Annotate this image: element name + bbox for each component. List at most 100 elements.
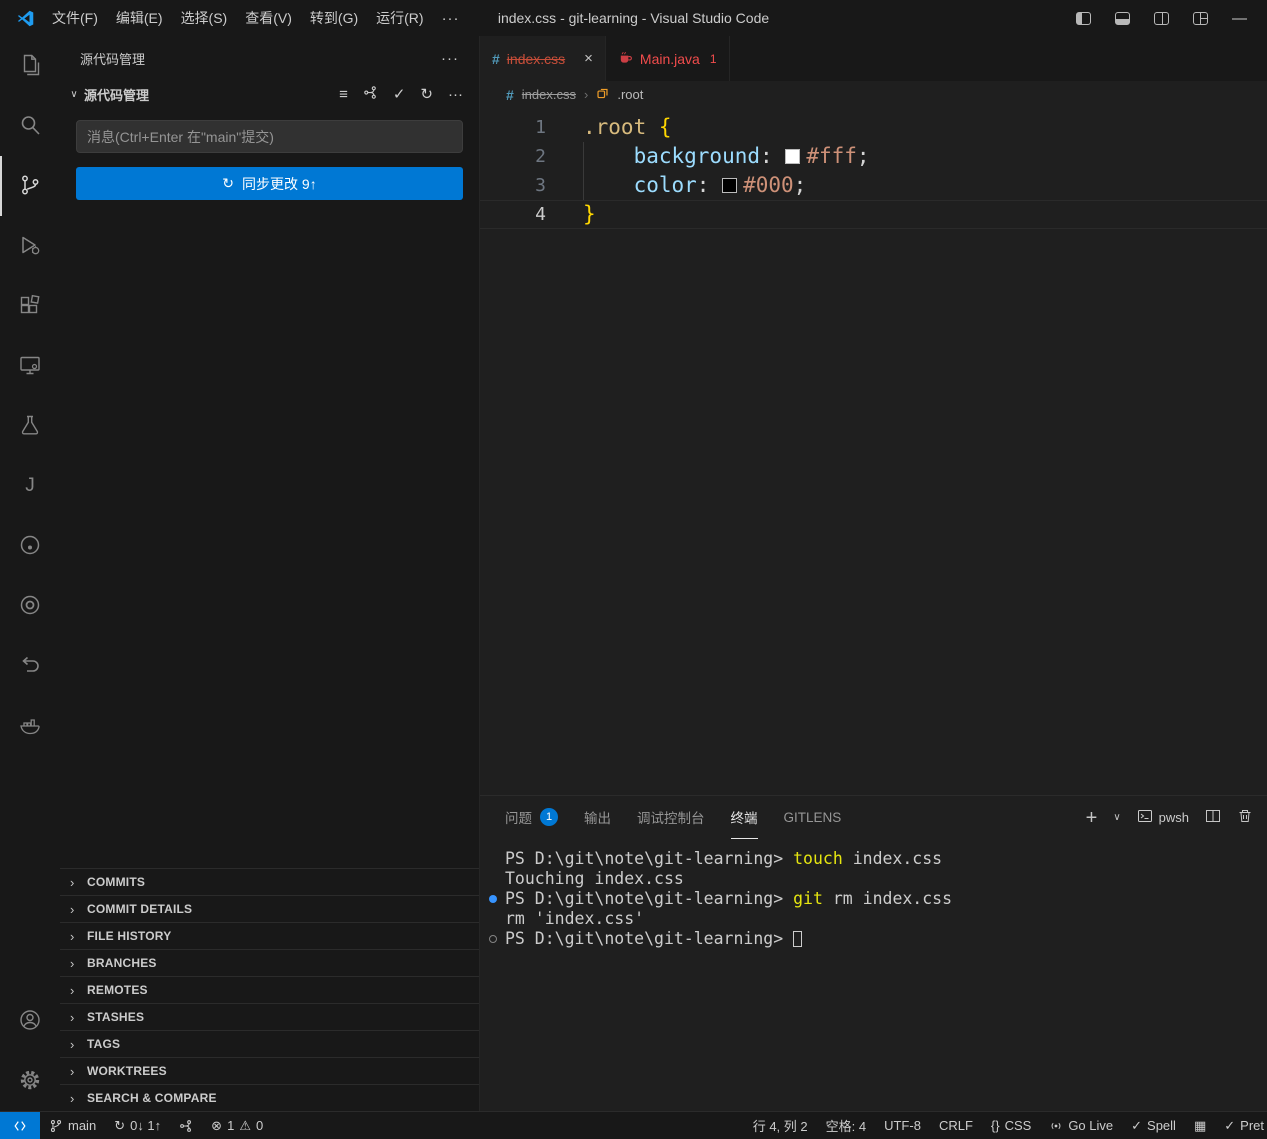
source-control-sidebar: 源代码管理 ··· ∨ 源代码管理 ≡ ✓ ↻ ··· ↻ 同步更改 9↑ ›C… <box>60 36 480 1111</box>
code-line[interactable]: 3 color: #000; <box>480 171 1267 200</box>
activity-source-control[interactable] <box>0 156 60 216</box>
color-swatch[interactable] <box>785 149 800 164</box>
menu-item-5[interactable]: 运行(R) <box>367 3 432 33</box>
panel-tab-2[interactable]: 调试控制台 <box>637 796 705 839</box>
more-actions-icon[interactable]: ··· <box>441 50 459 67</box>
sidebar-section-2[interactable]: ›FILE HISTORY <box>60 922 479 949</box>
kill-terminal-icon[interactable] <box>1237 808 1253 827</box>
activity-search[interactable] <box>0 96 60 156</box>
status-label: CSS <box>1005 1118 1032 1133</box>
customize-layout-icon[interactable] <box>1193 12 1208 25</box>
sidebar-section-0[interactable]: ›COMMITS <box>60 868 479 895</box>
section-label: BRANCHES <box>87 956 157 970</box>
cursor-position[interactable]: 行 4, 列 2 <box>744 1112 817 1139</box>
language-mode[interactable]: {}CSS <box>982 1112 1040 1139</box>
refresh-icon[interactable]: ↻ <box>420 85 433 103</box>
close-icon[interactable]: × <box>584 50 593 67</box>
activity-testing[interactable] <box>0 396 60 456</box>
menu-item-2[interactable]: 选择(S) <box>172 3 237 33</box>
activity-remote-explorer[interactable] <box>0 336 60 396</box>
split-terminal-icon[interactable] <box>1205 808 1221 827</box>
activity-extensions[interactable] <box>0 276 60 336</box>
activity-extension-j[interactable]: J <box>0 456 60 516</box>
sync-changes-button[interactable]: ↻ 同步更改 9↑ <box>76 167 463 200</box>
terminal-profile[interactable]: pwsh <box>1137 808 1189 827</box>
activity-gitlens[interactable] <box>0 636 60 696</box>
activity-extension-circle[interactable] <box>0 516 60 576</box>
toggle-sidebar-icon[interactable] <box>1076 12 1091 25</box>
source-control-section-header[interactable]: ∨ 源代码管理 ≡ ✓ ↻ ··· <box>60 80 479 108</box>
menu-bar: 文件(F)编辑(E)选择(S)查看(V)转到(G)运行(R)··· <box>43 3 469 33</box>
sync-status[interactable]: ↻0↓ 1↑ <box>105 1112 170 1139</box>
commit-message-input[interactable] <box>76 120 463 153</box>
source-control-graph[interactable] <box>170 1112 202 1139</box>
line-number: 4 <box>480 200 546 229</box>
sidebar-section-5[interactable]: ›STASHES <box>60 1003 479 1030</box>
breadcrumb[interactable]: # index.css › .root <box>480 81 1267 108</box>
sidebar-section-3[interactable]: ›BRANCHES <box>60 949 479 976</box>
menu-item-4[interactable]: 转到(G) <box>301 3 367 33</box>
code-editor[interactable]: 1.root {2 background: #fff;3 color: #000… <box>480 108 1267 795</box>
menu-item-1[interactable]: 编辑(E) <box>107 3 172 33</box>
view-as-list-icon[interactable]: ≡ <box>339 86 348 103</box>
panel-tab-label: 输出 <box>584 807 611 827</box>
code-line[interactable]: 2 background: #fff; <box>480 142 1267 171</box>
branch-status[interactable]: main <box>40 1112 105 1139</box>
status-label: 行 4, 列 2 <box>753 1116 808 1135</box>
go-live[interactable]: Go Live <box>1040 1112 1122 1139</box>
color-swatch[interactable] <box>722 178 737 193</box>
terminal-dropdown-icon[interactable]: ∨ <box>1113 812 1120 823</box>
indentation[interactable]: 空格: 4 <box>817 1112 875 1139</box>
activity-explorer[interactable] <box>0 36 60 96</box>
command-decoration[interactable] <box>489 935 497 943</box>
status-label: 0 <box>256 1118 263 1133</box>
panel-tab-3[interactable]: 终端 <box>731 796 758 839</box>
token: #fff <box>806 144 857 168</box>
remote-indicator[interactable] <box>0 1112 40 1139</box>
command-decoration[interactable] <box>489 895 497 903</box>
menu-more[interactable]: ··· <box>433 5 469 32</box>
menu-item-0[interactable]: 文件(F) <box>43 3 107 33</box>
problems-status[interactable]: ⊗1⚠0 <box>202 1112 272 1139</box>
menu-item-3[interactable]: 查看(V) <box>236 3 301 33</box>
activity-run-debug[interactable] <box>0 216 60 276</box>
eol[interactable]: CRLF <box>930 1112 982 1139</box>
activity-docker[interactable] <box>0 696 60 756</box>
panel-tab-1[interactable]: 输出 <box>584 796 611 839</box>
code-line[interactable]: 1.root { <box>480 113 1267 142</box>
activity-live-server[interactable] <box>0 576 60 636</box>
files-icon <box>18 53 42 80</box>
sidebar-section-8[interactable]: ›SEARCH & COMPARE <box>60 1084 479 1111</box>
breadcrumb-file[interactable]: index.css <box>522 87 576 102</box>
sidebar-section-4[interactable]: ›REMOTES <box>60 976 479 1003</box>
toggle-panel-icon[interactable] <box>1115 12 1130 25</box>
minimize-button[interactable]: — <box>1232 11 1247 26</box>
breadcrumb-symbol[interactable]: .root <box>617 87 643 102</box>
prettier[interactable]: ✓Pret <box>1215 1112 1267 1139</box>
encoding[interactable]: UTF-8 <box>875 1112 930 1139</box>
section-more-icon[interactable]: ··· <box>448 86 463 103</box>
token: { <box>659 115 672 139</box>
new-terminal-icon[interactable]: + <box>1086 808 1098 828</box>
panel-tab-0[interactable]: 问题1 <box>505 796 558 839</box>
extension-grid[interactable]: ▦ <box>1185 1112 1215 1139</box>
sidebar-section-6[interactable]: ›TAGS <box>60 1030 479 1057</box>
css-file-icon: # <box>506 87 514 103</box>
sidebar-section-7[interactable]: ›WORKTREES <box>60 1057 479 1084</box>
code-line[interactable]: 4} <box>480 200 1267 229</box>
terminal[interactable]: PS D:\git\note\git-learning> touch index… <box>480 839 1267 1111</box>
commit-graph-icon[interactable] <box>363 85 378 104</box>
commit-check-icon[interactable]: ✓ <box>393 85 406 103</box>
panel-tab-4[interactable]: GITLENS <box>784 796 842 839</box>
status-label: 0↓ 1↑ <box>130 1118 161 1133</box>
chevron-right-icon: › <box>70 1037 80 1052</box>
tab-main-java[interactable]: Main.java 1 <box>606 36 730 81</box>
activity-settings[interactable] <box>0 1051 60 1111</box>
docker-icon <box>18 713 42 740</box>
toggle-secondary-sidebar-icon[interactable] <box>1154 12 1169 25</box>
spell-checker[interactable]: ✓Spell <box>1122 1112 1185 1139</box>
tab-label: index.css <box>507 51 565 67</box>
activity-accounts[interactable] <box>0 991 60 1051</box>
tab-index-css[interactable]: # index.css × <box>480 36 606 81</box>
sidebar-section-1[interactable]: ›COMMIT DETAILS <box>60 895 479 922</box>
